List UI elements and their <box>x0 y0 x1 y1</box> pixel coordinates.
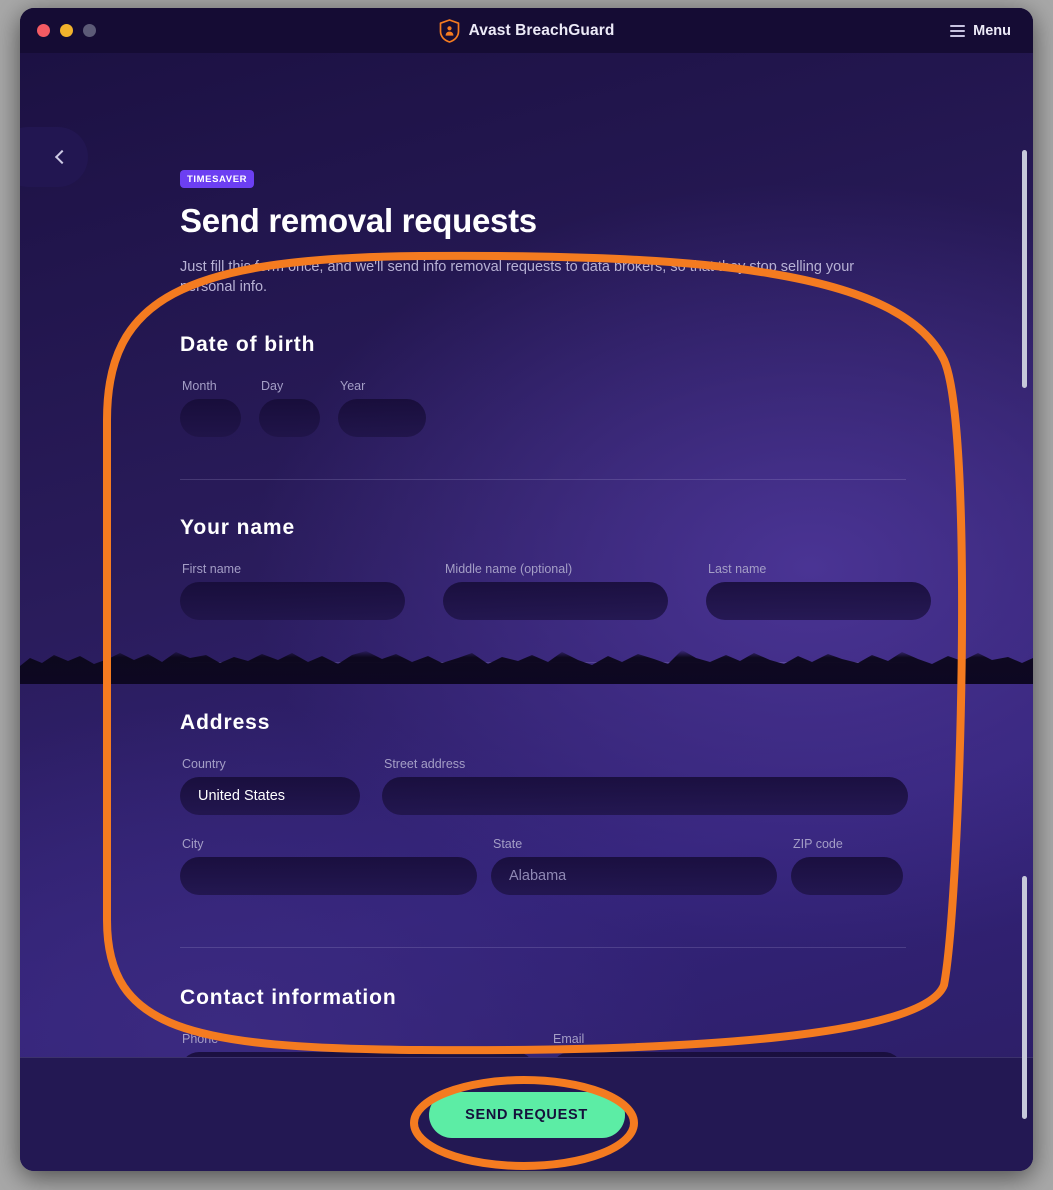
page-title: Send removal requests <box>180 202 537 239</box>
label-month: Month <box>182 379 217 393</box>
section-title-your-name: Your name <box>180 516 296 539</box>
section-date-of-birth: Date of birth Month Day Year <box>180 333 1033 480</box>
content-area: TIMESAVER Send removal requests Just fil… <box>20 53 1033 1171</box>
field-zip-code: ZIP code <box>791 837 903 895</box>
label-middle-name: Middle name (optional) <box>445 562 573 576</box>
label-day: Day <box>261 379 284 393</box>
traffic-light-group <box>37 24 96 37</box>
field-row-name: First name Middle name (optional) Last n… <box>180 562 1033 620</box>
year-input[interactable] <box>338 399 426 437</box>
field-row-dob: Month Day Year <box>180 379 1033 437</box>
label-street-address: Street address <box>384 757 466 771</box>
close-window-button[interactable] <box>37 24 50 37</box>
menu-button[interactable]: Menu <box>950 23 1011 39</box>
field-city: City <box>180 837 477 895</box>
field-state: State Alabama <box>491 837 777 895</box>
app-title-text: Avast BreachGuard <box>468 21 615 39</box>
chevron-left-icon <box>54 149 70 165</box>
label-zip-code: ZIP code <box>793 837 843 851</box>
first-name-input[interactable] <box>180 582 405 620</box>
timesaver-badge: TIMESAVER <box>180 170 255 188</box>
shield-person-icon <box>439 18 460 43</box>
field-row-address-1: Country United States Street address <box>180 757 1033 815</box>
scrollbar-thumb-lower[interactable] <box>1022 876 1027 1119</box>
middle-name-input[interactable] <box>443 582 668 620</box>
label-first-name: First name <box>182 562 242 576</box>
divider-dob <box>180 479 906 480</box>
label-email: Email <box>553 1032 585 1046</box>
field-month: Month <box>180 379 241 437</box>
city-input[interactable] <box>180 857 477 895</box>
field-country: Country United States <box>180 757 360 815</box>
page-subtitle: Just fill this form once, and we'll send… <box>180 259 855 295</box>
hamburger-menu-icon <box>950 24 966 37</box>
section-title-date-of-birth: Date of birth <box>180 333 316 356</box>
field-day: Day <box>259 379 320 437</box>
field-street-address: Street address <box>382 757 908 815</box>
divider-name <box>180 662 906 663</box>
scrollbar-thumb-upper[interactable] <box>1022 150 1027 388</box>
field-year: Year <box>338 379 426 437</box>
back-button[interactable] <box>20 127 88 187</box>
label-year: Year <box>340 379 366 393</box>
app-window: Avast BreachGuard Menu TIMESAVER Send re… <box>20 8 1033 1171</box>
label-last-name: Last name <box>708 562 767 576</box>
field-middle-name: Middle name (optional) <box>443 562 668 620</box>
title-bar: Avast BreachGuard Menu <box>20 8 1033 53</box>
day-input[interactable] <box>259 399 320 437</box>
divider-address <box>180 947 906 948</box>
label-state: State <box>493 837 523 851</box>
street-address-input[interactable] <box>382 777 908 815</box>
label-phone: Phone <box>182 1032 219 1046</box>
send-request-button[interactable]: SEND REQUEST <box>428 1091 625 1138</box>
country-select[interactable]: United States <box>180 777 360 815</box>
minimize-window-button[interactable] <box>60 24 73 37</box>
label-country: Country <box>182 757 226 771</box>
bottom-action-bar: SEND REQUEST <box>20 1057 1033 1171</box>
removal-request-form: TIMESAVER Send removal requests Just fil… <box>20 53 1033 1090</box>
last-name-input[interactable] <box>706 582 931 620</box>
state-select[interactable]: Alabama <box>491 857 777 895</box>
field-first-name: First name <box>180 562 405 620</box>
section-title-contact-information: Contact information <box>180 986 397 1009</box>
maximize-window-button[interactable] <box>83 24 96 37</box>
field-last-name: Last name <box>706 562 931 620</box>
field-row-address-2: City State Alabama ZIP code <box>180 837 1033 895</box>
zip-code-input[interactable] <box>791 857 903 895</box>
section-title-address: Address <box>180 711 271 734</box>
section-your-name: Your name First name Middle name (option… <box>180 516 1033 663</box>
section-address: Address Country United States Street add… <box>180 711 1033 948</box>
month-input[interactable] <box>180 399 241 437</box>
label-city: City <box>182 837 204 851</box>
menu-label: Menu <box>973 22 1011 39</box>
app-title: Avast BreachGuard <box>20 18 1033 43</box>
